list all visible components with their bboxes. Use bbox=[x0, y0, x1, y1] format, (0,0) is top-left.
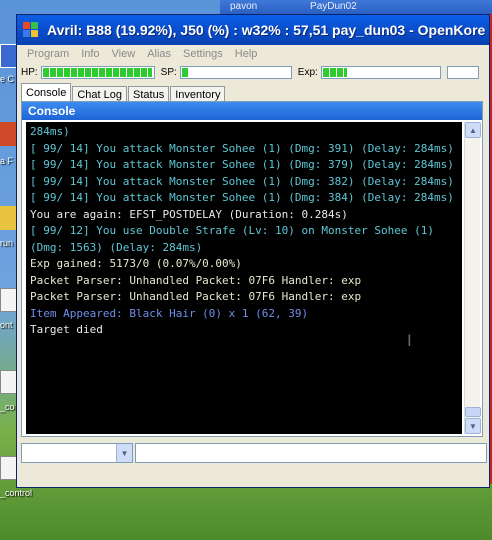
text-cursor-icon: I bbox=[407, 331, 412, 350]
console-line: Target died bbox=[30, 323, 103, 336]
scroll-down-icon[interactable]: ▼ bbox=[465, 418, 481, 434]
tab-console[interactable]: Console bbox=[21, 83, 72, 103]
menu-info[interactable]: Info bbox=[81, 48, 99, 60]
command-input[interactable] bbox=[135, 443, 487, 463]
hp-gauge bbox=[40, 65, 155, 79]
tab-strip: Console Chat Log Status Inventory bbox=[17, 83, 489, 103]
console-line: Packet Parser: Unhandled Packet: 07F6 Ha… bbox=[30, 290, 362, 303]
sp-label: SP: bbox=[160, 66, 177, 78]
console-line: You are again: EFST_POSTDELAY (Duration:… bbox=[30, 207, 348, 221]
hp-label: HP: bbox=[21, 66, 38, 78]
desktop-label: ont bbox=[0, 320, 13, 330]
menu-help[interactable]: Help bbox=[235, 48, 258, 60]
background-window-titles: pavon PayDun02 bbox=[220, 0, 492, 14]
console-line: 284ms) bbox=[30, 125, 70, 138]
console-output[interactable]: 284ms) [ 99/ 14] You attack Monster Sohee… bbox=[26, 122, 462, 434]
command-row: ▼ bbox=[21, 443, 487, 463]
exp-gauge-fill bbox=[322, 67, 347, 77]
command-type-select[interactable]: ▼ bbox=[21, 443, 133, 463]
background-window-title: PayDun02 bbox=[310, 1, 357, 12]
console-line: [ 99/ 14] You attack Monster Sohee (1) (… bbox=[30, 158, 454, 171]
scrollbar-thumb[interactable] bbox=[465, 407, 481, 417]
console-line: [ 99/ 12] You use Double Strafe (Lv: 10)… bbox=[30, 224, 441, 254]
background-window-title: pavon bbox=[230, 1, 258, 12]
menu-view[interactable]: View bbox=[112, 48, 136, 60]
console-panel: Console 284ms) [ 99/ 14] You attack Monst… bbox=[21, 101, 483, 437]
status-bar: HP: SP: Exp: bbox=[17, 63, 489, 81]
console-scrollbar[interactable]: ▲ ▼ bbox=[464, 122, 481, 434]
exp-gauge bbox=[320, 65, 441, 79]
desktop-label: e C bbox=[0, 74, 15, 84]
exp-label: Exp: bbox=[297, 66, 318, 78]
scroll-up-icon[interactable]: ▲ bbox=[465, 122, 481, 138]
console-line: [ 99/ 14] You attack Monster Sohee (1) (… bbox=[30, 191, 454, 204]
console-line: Exp gained: 5173/0 (0.07%/0.00%) bbox=[30, 257, 242, 270]
desktop-label: _control bbox=[0, 488, 33, 498]
menu-program[interactable]: Program bbox=[27, 48, 69, 60]
title-bar[interactable]: Avril: B88 (19.92%), J50 (%) : w32% : 57… bbox=[17, 15, 489, 45]
menu-settings[interactable]: Settings bbox=[183, 48, 223, 60]
console-line: [ 99/ 14] You attack Monster Sohee (1) (… bbox=[30, 141, 454, 155]
chevron-down-icon[interactable]: ▼ bbox=[116, 444, 132, 462]
console-panel-header: Console bbox=[22, 102, 482, 120]
desktop-label: _co bbox=[0, 402, 15, 412]
extra-gauge bbox=[446, 65, 479, 79]
openkore-window: Avril: B88 (19.92%), J50 (%) : w32% : 57… bbox=[16, 14, 490, 488]
window-title: Avril: B88 (19.92%), J50 (%) : w32% : 57… bbox=[47, 22, 486, 38]
sp-gauge bbox=[179, 65, 292, 79]
hp-gauge-fill bbox=[42, 67, 152, 77]
console-line: [ 99/ 14] You attack Monster Sohee (1) (… bbox=[30, 174, 454, 188]
menu-alias[interactable]: Alias bbox=[147, 48, 171, 60]
menu-bar: Program Info View Alias Settings Help bbox=[17, 45, 489, 63]
console-line: Packet Parser: Unhandled Packet: 07F6 Ha… bbox=[30, 273, 362, 287]
console-line: Item Appeared: Black Hair (0) x 1 (62, 3… bbox=[30, 306, 309, 320]
desktop-label: a F bbox=[0, 156, 14, 166]
desktop-label: run bbox=[0, 238, 14, 248]
sp-gauge-fill bbox=[181, 67, 189, 77]
app-icon bbox=[23, 22, 39, 38]
